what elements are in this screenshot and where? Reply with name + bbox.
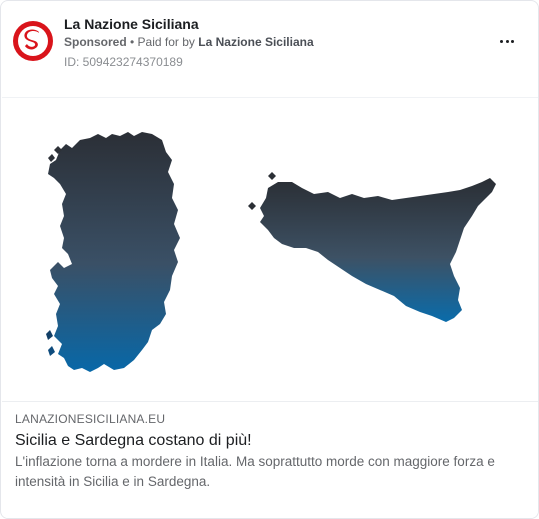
paid-for-prefix: Paid for by: [137, 35, 195, 49]
sponsored-label: Sponsored: [64, 35, 127, 49]
map-sardinia-sicily-image: [46, 132, 496, 372]
page-name-link[interactable]: La Nazione Siciliana: [64, 16, 199, 32]
sardinia-shape: [48, 132, 180, 372]
sponsor-line: Sponsored • Paid for by La Nazione Sicil…: [64, 35, 314, 49]
island-shape: [248, 202, 256, 210]
island-shape: [46, 330, 53, 340]
more-dot: [505, 39, 509, 43]
island-shape: [48, 346, 55, 356]
ad-image[interactable]: [2, 97, 538, 401]
link-description: L'inflazione torna a mordere in Italia. …: [15, 454, 495, 489]
s-letter-icon: [24, 29, 39, 50]
separator-dot: •: [126, 35, 138, 49]
more-horizontal-icon: [500, 39, 504, 43]
ad-card: La Nazione Siciliana Sponsored • Paid fo…: [0, 0, 539, 519]
link-headline[interactable]: Sicilia e Sardegna costano di più!: [15, 432, 252, 450]
more-options-button[interactable]: [495, 31, 519, 51]
logo-emblem-icon: [18, 26, 48, 56]
ad-id: ID: 509423274370189: [64, 55, 183, 69]
link-preview[interactable]: LANAZIONESICILIANA.EU Sicilia e Sardegna…: [2, 401, 538, 518]
ad-header: La Nazione Siciliana Sponsored • Paid fo…: [1, 1, 538, 97]
sicily-shape: [260, 178, 496, 322]
advertiser-avatar[interactable]: [13, 21, 53, 61]
advertiser-name[interactable]: La Nazione Siciliana: [198, 35, 313, 49]
island-shape: [48, 154, 55, 162]
link-domain: LANAZIONESICILIANA.EU: [15, 412, 166, 426]
more-dot: [510, 39, 514, 43]
island-shape: [268, 172, 276, 180]
